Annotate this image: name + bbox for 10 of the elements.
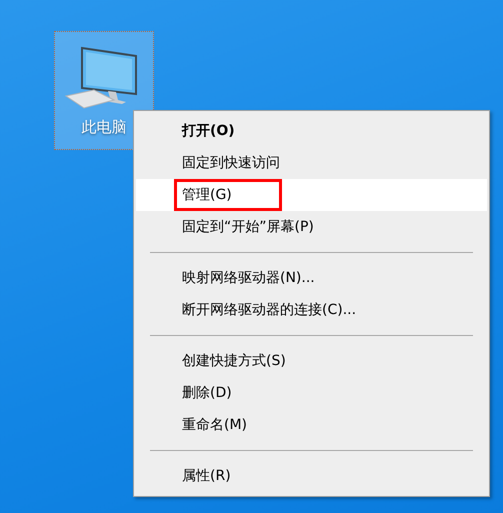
menu-item[interactable]: 属性(R): [136, 460, 487, 492]
menu-item[interactable]: 管理(G): [136, 179, 487, 211]
icon-label: 此电脑: [82, 118, 126, 137]
menu-item[interactable]: 固定到“开始”屏幕(P): [136, 211, 487, 243]
menu-item[interactable]: 删除(D): [136, 377, 487, 409]
menu-item[interactable]: 创建快捷方式(S): [136, 345, 487, 377]
menu-item[interactable]: 重命名(M): [136, 409, 487, 441]
menu-item[interactable]: 映射网络驱动器(N)...: [136, 262, 487, 294]
menu-item[interactable]: 断开网络驱动器的连接(C)...: [136, 294, 487, 326]
menu-item[interactable]: 固定到快速访问: [136, 147, 487, 179]
